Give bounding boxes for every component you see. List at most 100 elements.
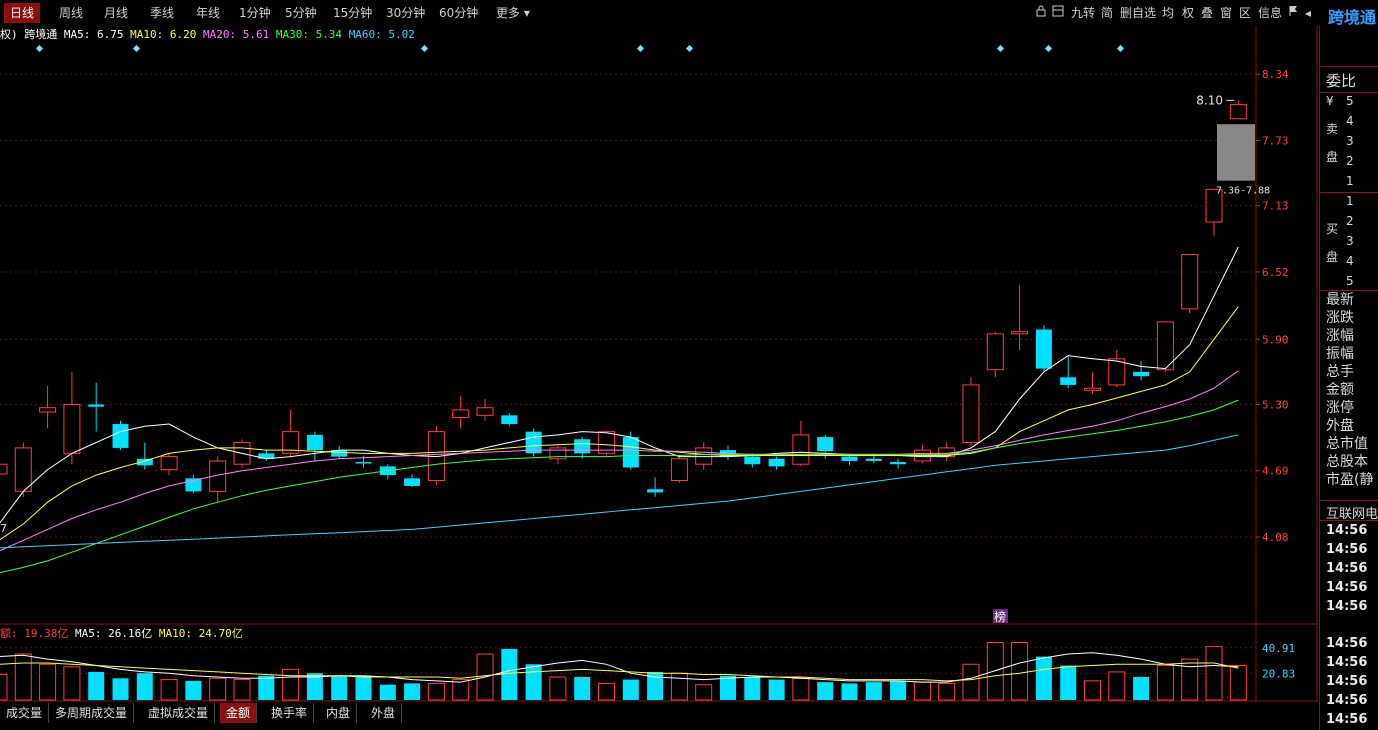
price-tick-label: 5.90 [1262,333,1289,346]
stat-limit-up: 涨停 [1326,400,1354,416]
tool-info[interactable]: 信息 [1258,3,1282,23]
candle-body-up [1084,387,1101,391]
tick-time: 14:56 [1326,580,1368,595]
candle-body-down [768,458,785,467]
buy-level-4: 4 [1346,254,1354,268]
candle-body-down [622,437,639,468]
tab-more[interactable]: 更多 ▾ [490,3,536,23]
candle-body-down [1133,371,1150,377]
tab-virtual-volume[interactable]: 虚拟成交量 [142,703,216,723]
amount-bar-down [1060,665,1077,700]
amount-bar-down [331,675,348,700]
period-toolbar: 日线 周线 月线 季线 年线 1分钟 5分钟 15分钟 30分钟 60分钟 更多… [0,0,1378,27]
candle-body-up [160,456,178,471]
candle-body-down [1035,329,1052,369]
amount-bar-down [744,677,761,700]
price-tick-label: 6.52 [1262,266,1289,279]
candle-body-down [647,489,664,493]
tab-multi-period-volume[interactable]: 多周期成交量 [49,703,135,723]
candle-body-up [1229,104,1247,120]
candle-body-down [306,434,323,451]
amount-bar-up [63,666,81,701]
sell-level-4: 4 [1346,114,1354,128]
divider [1320,500,1378,501]
event-marker-icon [1116,44,1125,53]
tab-outer[interactable]: 外盘 [365,703,403,723]
price-tick-label: 7.73 [1262,135,1289,148]
amount-bar-up [282,668,300,701]
left-edge-label: 7 [0,522,7,535]
divider [1320,520,1378,521]
tab-more-label: 更多 [496,6,521,20]
flag-icon[interactable] [1288,3,1300,23]
ma10-line [0,306,1239,541]
amount-bar-down [355,675,372,700]
tab-60min[interactable]: 60分钟 [433,3,484,23]
tab-yearly[interactable]: 年线 [190,3,226,23]
stat-total-shares: 总股本 [1326,454,1368,470]
tick-time: 14:56 [1326,655,1368,670]
amount-bar-down [525,664,542,700]
rank-badge: 榜 [994,609,1006,624]
tool-jiuzhuan[interactable]: 九转 [1071,3,1095,23]
divider [1320,92,1378,93]
amount-tick-label: 40.91 [1262,642,1295,655]
amount-ma5-line [0,652,1239,683]
amount-bar-up [913,681,931,701]
tick-time: 14:56 [1326,561,1368,576]
tab-inner[interactable]: 内盘 [320,703,358,723]
tab-amount[interactable]: 金额 [220,703,258,723]
tab-5min[interactable]: 5分钟 [279,3,323,23]
price-tick-label: 4.08 [1262,531,1289,544]
tab-turnover[interactable]: 换手率 [265,703,315,723]
buy-level-1: 1 [1346,194,1354,208]
amount-value: 额: 19.38亿 [0,627,69,640]
tool-delete-watchlist[interactable]: 删自选 [1120,3,1156,23]
tick-time: 14:56 [1326,712,1368,727]
candle-body-up [670,458,688,482]
tool-range[interactable]: 区 [1239,3,1251,23]
tool-overlay[interactable]: 叠 [1201,3,1213,23]
tab-volume[interactable]: 成交量 [0,703,50,723]
amount-bar-down [841,683,858,700]
buy-level-5: 5 [1346,274,1354,288]
quote-side-panel: 委比 ¥ 卖 盘 5 4 3 2 1 买 盘 1 2 3 4 5 最新 涨跌 涨… [1319,26,1378,730]
amount-bar-down [817,682,834,700]
buy-level-2: 2 [1346,214,1354,228]
amount-bar-down [1133,677,1150,700]
tab-30min[interactable]: 30分钟 [380,3,431,23]
candle-body-up [0,463,8,475]
amount-bar-up [209,677,227,701]
candle-body-down [841,456,858,461]
amount-bar-up [452,679,470,701]
tick-time: 14:56 [1326,542,1368,557]
tab-monthly[interactable]: 月线 [98,3,134,23]
amount-bar-up [962,663,980,701]
layout-icon[interactable] [1052,3,1064,23]
tool-window[interactable]: 窗 [1220,3,1232,23]
candle-body-up [1181,254,1199,310]
yen-icon: ¥ [1326,94,1334,108]
amount-bar-up [1229,665,1247,701]
tick-time: 14:56 [1326,693,1368,708]
tab-quarterly[interactable]: 季线 [144,3,180,23]
tool-rights[interactable]: 权 [1182,3,1194,23]
event-marker-icon [132,44,141,53]
collapse-icon[interactable]: ◂ [1305,3,1311,23]
candle-body-up [1011,331,1029,335]
tool-jian[interactable]: 简 [1101,3,1113,23]
amount-bar-up [938,682,956,701]
tab-daily[interactable]: 日线 [4,3,41,23]
kline-chart[interactable]: 8.34 7.73 7.13 6.52 5.90 5.30 4.69 4.08 40.91 20.… [0,26,1318,702]
amount-bar-down [88,671,105,700]
divider [1320,66,1378,67]
tab-weekly[interactable]: 周线 [53,3,89,23]
stat-latest: 最新 [1326,292,1354,308]
tab-1min[interactable]: 1分钟 [233,3,277,23]
amount-tick-label: 20.83 [1262,667,1295,680]
event-marker-icon [420,44,429,53]
tab-15min[interactable]: 15分钟 [327,3,378,23]
lock-icon[interactable] [1035,3,1047,23]
tool-average[interactable]: 均 [1162,3,1174,23]
indicator-tabs: 成交量 多周期成交量 虚拟成交量 金额 换手率 内盘 外盘 [0,702,1318,724]
